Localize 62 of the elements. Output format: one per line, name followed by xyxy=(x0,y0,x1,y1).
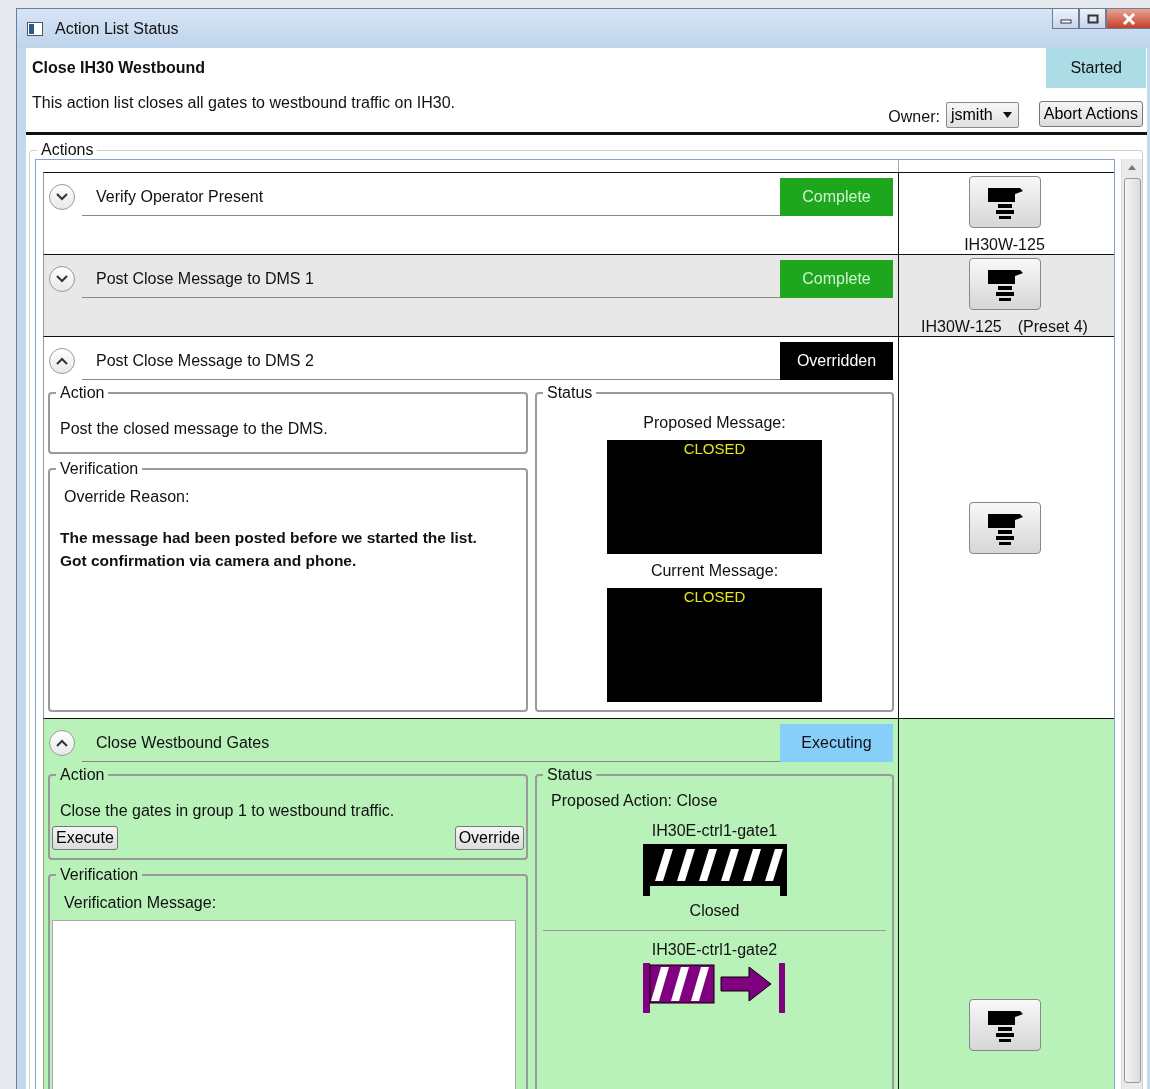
status-badge: Overridden xyxy=(780,342,893,380)
status-badge: Started xyxy=(1046,48,1146,88)
status-badge: Executing xyxy=(780,724,893,762)
proposed-action: Proposed Action: Close xyxy=(550,791,719,811)
close-icon xyxy=(1122,12,1136,25)
close-button[interactable] xyxy=(1106,9,1150,29)
list-description: This action list closes all gates to westbound traffic on IH30. xyxy=(32,93,457,112)
scroll-thumb[interactable] xyxy=(1123,178,1141,1083)
group-label: Verification xyxy=(60,460,139,477)
dropdown-arrow-icon xyxy=(1002,112,1012,118)
maximize-icon xyxy=(1086,13,1099,24)
verification-label: Verification Message: xyxy=(63,893,218,912)
owner-label: Owner: xyxy=(888,108,940,126)
verification-label: Override Reason: xyxy=(63,487,191,506)
camera-label: IH30W-125 xyxy=(921,318,1002,336)
camera-button[interactable] xyxy=(968,258,1041,310)
camera-button[interactable] xyxy=(968,999,1041,1051)
chevron-down-icon xyxy=(56,275,68,283)
action-description: Close the gates in group 1 to westbound traffic. xyxy=(60,801,396,821)
gate-state: Closed xyxy=(689,902,740,920)
camera-button[interactable] xyxy=(968,176,1041,228)
chevron-up-icon xyxy=(56,357,68,365)
scroll-up-icon xyxy=(1128,165,1136,170)
window-icon xyxy=(27,21,43,36)
action-button[interactable]: Override xyxy=(454,826,524,850)
expand-toggle[interactable] xyxy=(49,348,75,374)
chevron-up-icon xyxy=(56,739,68,747)
sign-message: CLOSED xyxy=(683,440,746,458)
expand-toggle[interactable] xyxy=(49,184,75,210)
window-title: Action List Status xyxy=(55,19,180,38)
status-badge: Complete xyxy=(780,260,893,298)
status-badge: Complete xyxy=(780,178,893,216)
override-reason: The message had been posted before we started the list. Got confirmation via camera and phone. xyxy=(60,528,478,571)
group-label: Status xyxy=(547,766,593,783)
gate-name: IH30E-ctrl1-gate1 xyxy=(651,822,778,840)
group-label: Action xyxy=(60,384,105,401)
expand-toggle[interactable] xyxy=(49,266,75,292)
owner-dropdown[interactable]: jsmith xyxy=(945,102,1019,128)
abort-button[interactable]: Abort Actions xyxy=(1038,101,1143,127)
action-title: Post Close Message to DMS 1 xyxy=(82,260,780,298)
minimize-button[interactable] xyxy=(1052,9,1079,29)
message-label: Proposed Message: xyxy=(643,414,786,432)
chevron-down-icon xyxy=(56,193,68,201)
gate-name: IH30E-ctrl1-gate2 xyxy=(651,941,778,959)
message-label: Current Message: xyxy=(650,562,779,580)
action-title: Post Close Message to DMS 2 xyxy=(82,342,780,380)
action-description: Post the closed message to the DMS. xyxy=(60,419,329,439)
expand-toggle[interactable] xyxy=(49,730,75,756)
action-button[interactable]: Execute xyxy=(52,826,118,850)
camera-label: IH30W-125 xyxy=(964,236,1045,254)
camera-preset: (Preset 4) xyxy=(1017,318,1088,336)
group-label: Actions xyxy=(41,141,94,158)
group-label: Verification xyxy=(60,866,139,883)
camera-button[interactable] xyxy=(968,501,1041,554)
group-label: Status xyxy=(547,384,593,401)
scrollbar[interactable] xyxy=(1121,159,1142,1089)
list-title: Close IH30 Westbound xyxy=(32,59,206,77)
sign-message: CLOSED xyxy=(683,588,746,606)
group-label: Action xyxy=(60,766,105,783)
action-title: Verify Operator Present xyxy=(82,178,780,216)
action-title: Close Westbound Gates xyxy=(82,724,780,762)
maximize-button[interactable] xyxy=(1079,9,1106,29)
